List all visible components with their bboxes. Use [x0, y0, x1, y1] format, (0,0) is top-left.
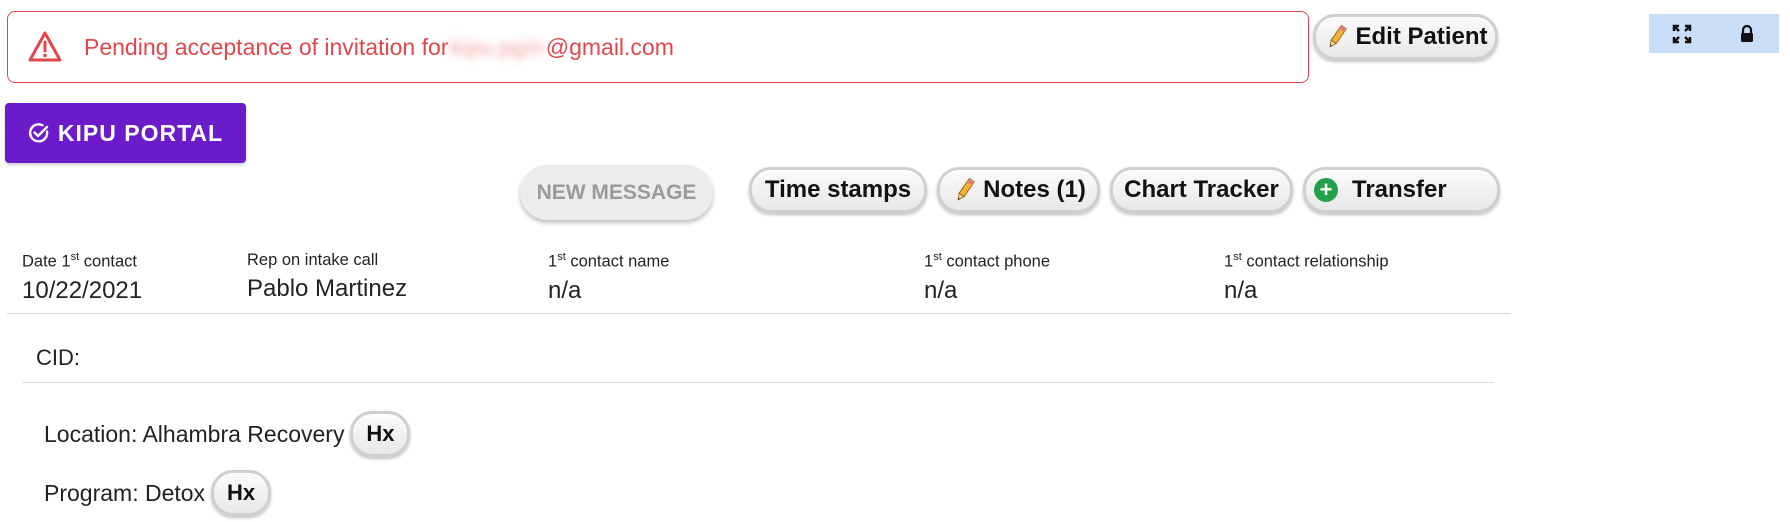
expand-icon[interactable] [1667, 19, 1697, 49]
date-first-contact-field: Date 1st contact 10/22/2021 [22, 251, 142, 305]
first-contact-name-field: 1st contact name n/a [548, 251, 669, 305]
time-stamps-label: Time stamps [764, 176, 912, 203]
kipu-portal-label: KIPU PORTAL [57, 119, 224, 146]
transfer-button[interactable]: + Transfer [1303, 167, 1500, 213]
hx-label: Hx [366, 421, 395, 446]
window-toolbar [1649, 14, 1779, 53]
intake-rep-label: Rep on intake call [247, 251, 379, 269]
divider [22, 382, 1494, 383]
first-contact-phone-label: 1st contact phone [924, 251, 1050, 271]
first-contact-relationship-label: 1st contact relationship [1224, 251, 1389, 271]
alert-suffix: @gmail.com [545, 33, 674, 60]
intake-rep-field: Rep on intake call Pablo Martinez [247, 251, 407, 303]
transfer-label: Transfer [1352, 176, 1447, 203]
intake-rep-value: Pablo Martinez [247, 275, 408, 302]
program-row: Program: Detox Hx [44, 470, 272, 516]
first-contact-relationship-value: n/a [1224, 276, 1258, 304]
location-row: Location: Alhambra Recovery Hx [44, 411, 411, 457]
pencil-icon [1330, 24, 1348, 48]
first-contact-phone-value: n/a [924, 276, 958, 304]
chart-tracker-button[interactable]: Chart Tracker [1110, 167, 1293, 213]
divider [7, 313, 1511, 314]
first-contact-phone-field: 1st contact phone n/a [924, 251, 1050, 305]
redacted-email: kipu.pgm [450, 33, 544, 60]
date-first-contact-value: 10/22/2021 [22, 276, 143, 304]
first-contact-name-value: n/a [548, 276, 582, 304]
first-contact-name-label: 1st contact name [548, 251, 670, 271]
kipu-portal-button[interactable]: KIPU PORTAL [5, 103, 246, 163]
hx-label: Hx [227, 480, 256, 505]
plus-circle-icon: + [1314, 178, 1338, 202]
program-history-button[interactable]: Hx [211, 470, 272, 516]
program-text: Program: Detox [44, 479, 206, 506]
pencil-icon [957, 177, 976, 201]
lock-icon[interactable] [1732, 19, 1762, 49]
notes-label: Notes (1) [983, 176, 1086, 203]
location-history-button[interactable]: Hx [350, 411, 411, 457]
invitation-alert: Pending acceptance of invitation for kip… [7, 11, 1309, 83]
edit-patient-label: Edit Patient [1355, 23, 1488, 50]
warning-icon [28, 31, 62, 62]
check-circle-icon [28, 123, 49, 143]
first-contact-relationship-field: 1st contact relationship n/a [1224, 251, 1389, 305]
new-message-label: NEW MESSAGE [536, 180, 697, 204]
new-message-button[interactable]: NEW MESSAGE [520, 165, 713, 220]
alert-prefix: Pending acceptance of invitation for [84, 33, 449, 60]
time-stamps-button[interactable]: Time stamps [749, 167, 927, 213]
notes-button[interactable]: Notes (1) [937, 167, 1100, 213]
chart-tracker-label: Chart Tracker [1124, 176, 1279, 203]
location-text: Location: Alhambra Recovery [44, 420, 345, 447]
edit-patient-button[interactable]: Edit Patient [1313, 14, 1498, 60]
alert-message: Pending acceptance of invitation for kip… [84, 34, 674, 61]
date-first-contact-label: Date 1st contact [22, 251, 137, 271]
cid-label: CID: [36, 345, 80, 370]
